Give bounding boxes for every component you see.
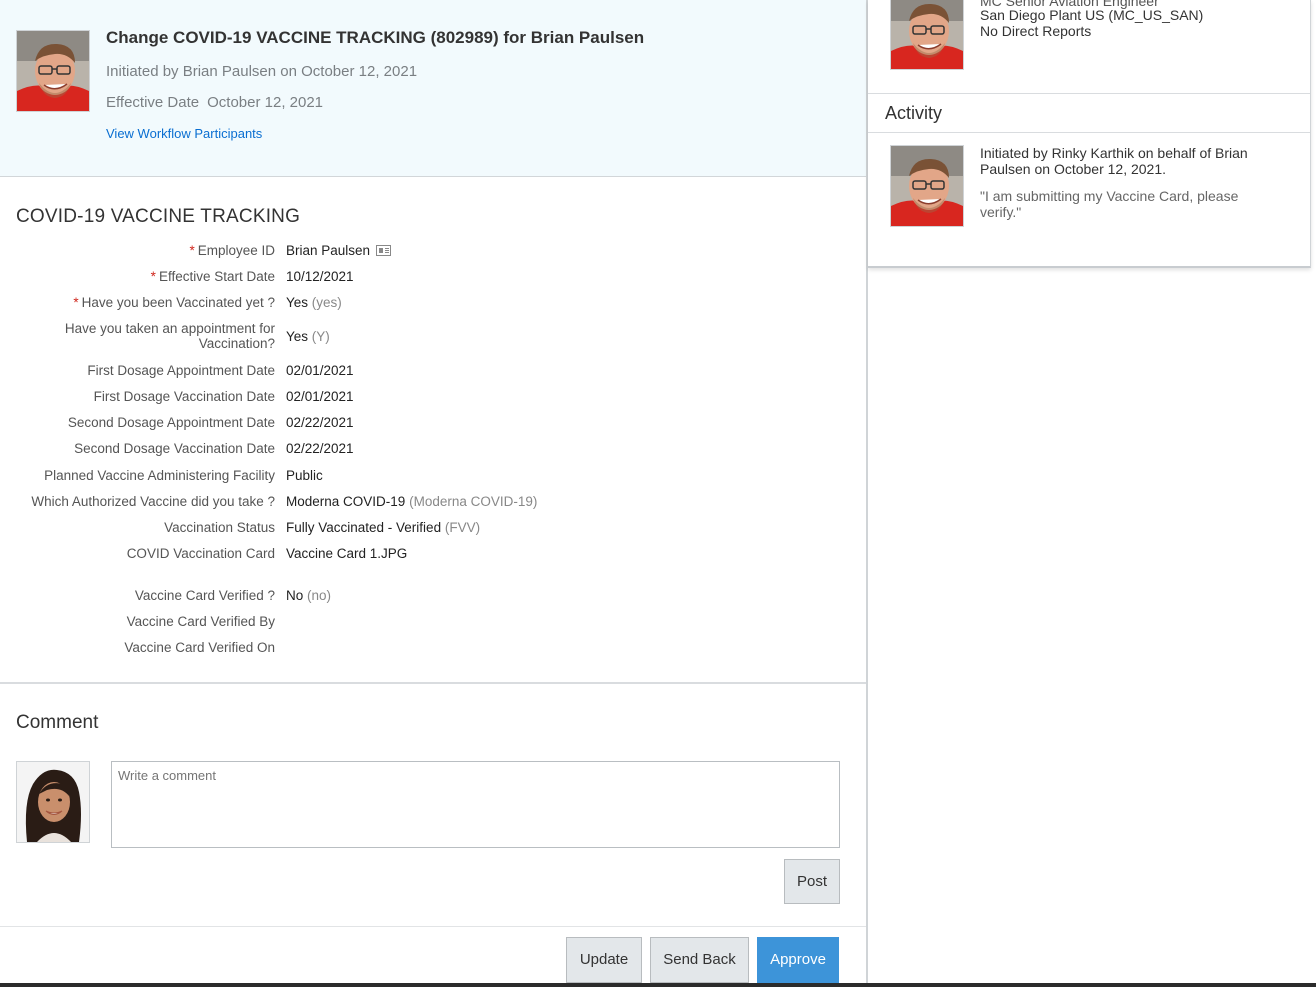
field-code: (Moderna COVID-19) xyxy=(409,494,538,509)
effective-date-value: October 12, 2021 xyxy=(207,94,324,111)
field-value: Brian Paulsen xyxy=(286,243,371,258)
field-code: (FVV) xyxy=(444,520,481,535)
send-back-button[interactable]: Send Back xyxy=(650,937,749,983)
field-value: 10/12/2021 xyxy=(286,269,354,284)
field-value: Fully Vaccinated - Verified xyxy=(286,520,442,535)
activity-divider-top xyxy=(868,93,1310,94)
field-label: Vaccine Card Verified ? xyxy=(134,588,275,603)
activity-avatar xyxy=(890,145,964,227)
window-bottom-edge xyxy=(0,983,1316,987)
field-label: Which Authorized Vaccine did you take ? xyxy=(31,494,275,509)
field-code: (Y) xyxy=(311,329,330,344)
current-user-avatar xyxy=(16,761,90,843)
field-code: (yes) xyxy=(311,295,342,310)
update-button[interactable]: Update xyxy=(566,937,642,983)
field-label-line1: Have you taken an appointment for xyxy=(64,321,275,336)
form-section-title: COVID-19 VACCINE TRACKING xyxy=(16,206,301,227)
field-label: Vaccine Card Verified By xyxy=(126,614,275,629)
field-label: First Dosage Vaccination Date xyxy=(93,389,275,404)
comment-input[interactable] xyxy=(111,761,840,848)
post-button[interactable]: Post xyxy=(784,859,840,904)
field-value: 02/22/2021 xyxy=(286,441,354,456)
vaccine-card-file-link[interactable]: Vaccine Card 1.JPG xyxy=(286,546,407,561)
request-header: Change COVID-19 VACCINE TRACKING (802989… xyxy=(0,0,866,177)
field-value: 02/01/2021 xyxy=(286,363,354,378)
footer-divider xyxy=(0,926,866,927)
field-value: Public xyxy=(286,468,323,483)
initiated-text: Initiated by Brian Paulsen on October 12… xyxy=(106,63,418,80)
field-label: First Dosage Appointment Date xyxy=(87,363,275,378)
field-code: (no) xyxy=(307,588,332,603)
field-value: 02/22/2021 xyxy=(286,415,354,430)
field-value: No xyxy=(286,588,304,603)
effective-date-label: Effective Date xyxy=(106,94,200,111)
required-marker: * xyxy=(150,269,156,284)
field-label: Have you been Vaccinated yet ? xyxy=(81,295,275,310)
field-label: Planned Vaccine Administering Facility xyxy=(44,468,275,483)
request-title: Change COVID-19 VACCINE TRACKING (802989… xyxy=(106,28,645,47)
view-workflow-participants-link[interactable]: View Workflow Participants xyxy=(106,126,262,141)
subject-avatar xyxy=(16,30,90,112)
field-label: Vaccination Status xyxy=(164,520,275,535)
field-label-line2: Vaccination? xyxy=(198,336,275,351)
field-label: Second Dosage Appointment Date xyxy=(67,415,275,430)
field-value: 02/01/2021 xyxy=(286,389,354,404)
employee-location: San Diego Plant US (MC_US_SAN) xyxy=(980,7,1204,23)
employee-direct-reports: No Direct Reports xyxy=(980,23,1092,39)
field-value: Moderna COVID-19 xyxy=(286,494,406,509)
request-panel: Change COVID-19 VACCINE TRACKING (802989… xyxy=(0,0,866,983)
id-card-icon[interactable] xyxy=(376,245,392,256)
profile-activity-card: MC Senior Aviation Engineer San Diego Pl… xyxy=(868,0,1311,268)
effective-date: Effective Date October 12, 2021 xyxy=(106,94,323,111)
employee-avatar xyxy=(890,0,964,70)
comment-section-title: Comment xyxy=(16,712,99,733)
activity-title: Activity xyxy=(885,103,943,123)
required-marker: * xyxy=(73,295,79,310)
field-label: Effective Start Date xyxy=(158,269,275,284)
activity-comment-quote: "I am submitting my Vaccine Card, please… xyxy=(980,188,1239,220)
field-value: Yes xyxy=(286,329,309,344)
required-marker: * xyxy=(189,243,195,258)
field-label: Vaccine Card Verified On xyxy=(124,640,275,655)
field-label: COVID Vaccination Card xyxy=(126,546,275,561)
field-label: Employee ID xyxy=(197,243,275,258)
approve-button[interactable]: Approve xyxy=(757,937,839,983)
section-divider xyxy=(0,682,866,684)
activity-divider-bottom xyxy=(868,132,1310,133)
field-value: Yes xyxy=(286,295,309,310)
activity-text: Initiated by Rinky Karthik on behalf of … xyxy=(980,145,1248,177)
field-label: Second Dosage Vaccination Date xyxy=(74,441,275,456)
side-panel: MC Senior Aviation Engineer San Diego Pl… xyxy=(868,0,1316,983)
